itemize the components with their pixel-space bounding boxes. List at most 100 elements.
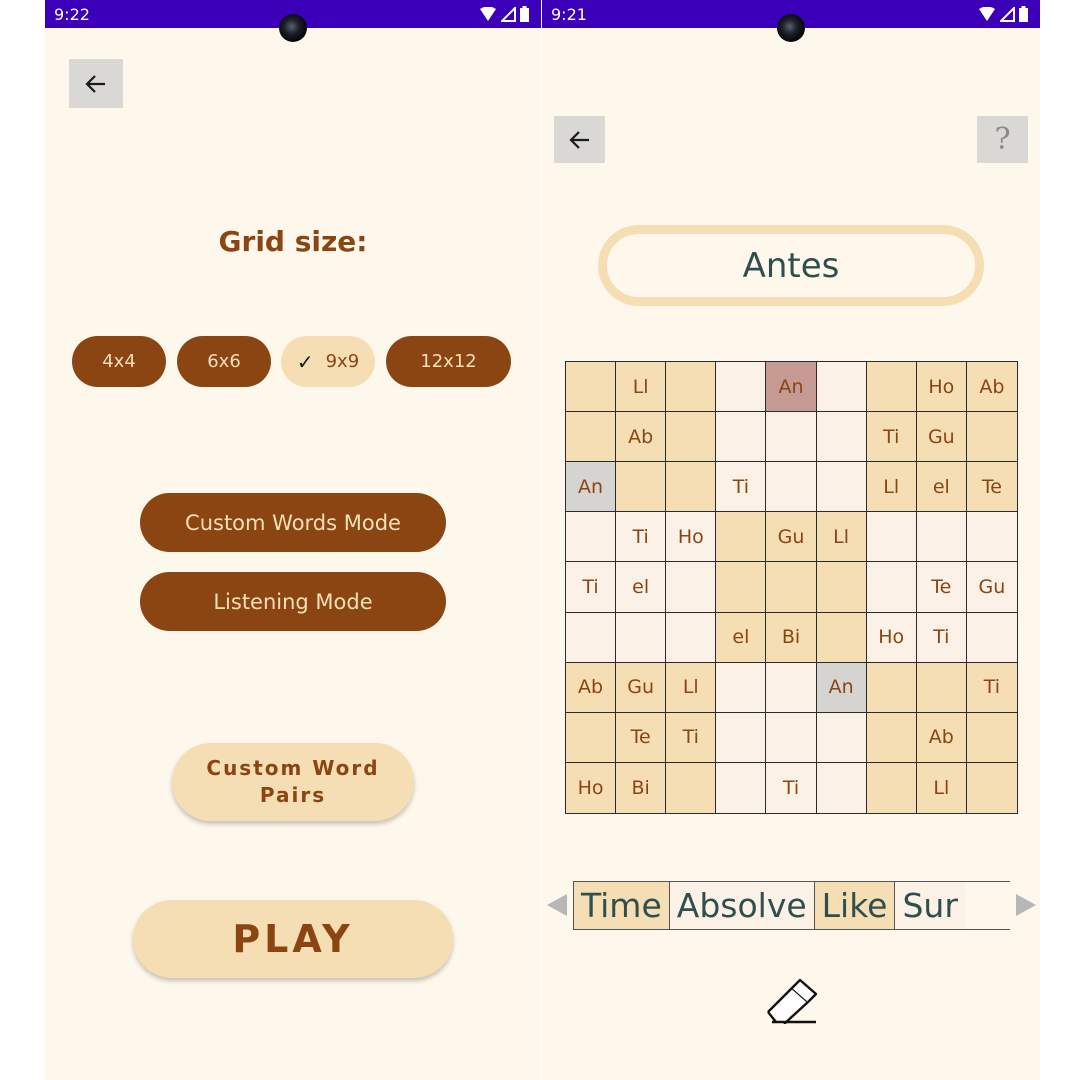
grid-cell[interactable]: el [616,562,667,613]
grid-cell[interactable]: Ti [616,512,667,563]
grid-cell[interactable] [716,562,767,613]
grid-cell[interactable] [966,512,1017,563]
grid-cell[interactable] [816,412,867,463]
grid-cell[interactable]: Ll [816,512,867,563]
triangle-left-icon[interactable] [547,894,567,916]
grid-cell[interactable]: Gu [616,662,667,713]
grid-cell[interactable]: Ti [766,762,817,813]
grid-cell[interactable]: Ti [716,462,767,513]
grid-cell[interactable] [866,362,917,413]
grid-cell[interactable] [866,762,917,813]
grid-cell[interactable]: An [816,662,867,713]
grid-cell[interactable]: Ti [916,612,967,663]
grid-cell[interactable] [866,712,917,763]
grid-cell[interactable] [666,762,717,813]
grid-cell[interactable]: Gu [916,412,967,463]
grid-cell[interactable] [666,612,717,663]
grid-cell[interactable] [666,462,717,513]
chip-9x9[interactable]: ✓ 9x9 [281,336,375,387]
grid-cell[interactable]: Gu [766,512,817,563]
grid-cell[interactable] [916,512,967,563]
grid-cell[interactable] [966,762,1017,813]
erase-button[interactable] [760,970,820,1025]
custom-word-pairs-button[interactable]: Custom Word Pairs [172,743,414,821]
grid-cell[interactable] [716,762,767,813]
back-button[interactable] [69,59,123,108]
grid-cell[interactable] [566,412,617,463]
grid-cell[interactable]: Ab [566,662,617,713]
grid-cell[interactable]: Ho [566,762,617,813]
chip-label: 12x12 [420,351,477,372]
grid-cell[interactable] [966,612,1017,663]
grid-cell[interactable]: Ho [666,512,717,563]
grid-cell[interactable] [916,662,967,713]
grid-cell[interactable] [766,712,817,763]
grid-cell[interactable]: el [916,462,967,513]
grid-cell[interactable]: Ab [966,362,1017,413]
grid-cell[interactable] [716,412,767,463]
grid-cell[interactable] [816,562,867,613]
grid-cell[interactable] [716,362,767,413]
grid-cell[interactable] [666,562,717,613]
help-button[interactable]: ? [977,116,1028,163]
word-tile-absolve[interactable]: Absolve [669,882,815,929]
grid-cell[interactable] [616,612,667,663]
grid-cell[interactable]: Ti [666,712,717,763]
grid-cell[interactable] [816,362,867,413]
grid-cell[interactable] [966,712,1017,763]
grid-cell[interactable]: el [716,612,767,663]
grid-cell[interactable]: An [566,462,617,513]
grid-cell[interactable]: Ab [616,412,667,463]
chip-6x6[interactable]: 6x6 [177,336,271,387]
listening-mode-button[interactable]: Listening Mode [140,572,446,631]
grid-cell[interactable]: Gu [966,562,1017,613]
grid-cell[interactable]: Te [966,462,1017,513]
custom-words-mode-button[interactable]: Custom Words Mode [140,493,446,552]
grid-cell[interactable] [866,562,917,613]
grid-cell[interactable] [566,712,617,763]
grid-cell[interactable] [566,512,617,563]
back-button[interactable] [554,116,605,163]
grid-cell[interactable]: Bi [766,612,817,663]
grid-cell[interactable]: Ti [866,412,917,463]
grid-cell[interactable] [716,512,767,563]
grid-cell[interactable]: Te [916,562,967,613]
grid-cell[interactable]: Ho [866,612,917,663]
grid-cell[interactable]: Ti [566,562,617,613]
grid-cell[interactable] [866,662,917,713]
grid-cell[interactable] [966,412,1017,463]
chip-12x12[interactable]: 12x12 [386,336,511,387]
grid-cell[interactable] [716,662,767,713]
word-tile-time[interactable]: Time [574,882,670,929]
grid-cell[interactable] [566,612,617,663]
grid-cell[interactable]: Ab [916,712,967,763]
grid-cell[interactable]: Ll [916,762,967,813]
grid-cell[interactable]: Ll [866,462,917,513]
grid-cell[interactable] [716,712,767,763]
grid-cell[interactable] [616,462,667,513]
grid-cell[interactable] [666,412,717,463]
play-button[interactable]: PLAY [133,900,453,978]
grid-cell[interactable] [766,662,817,713]
grid-cell[interactable]: Ll [666,662,717,713]
word-tile-sur[interactable]: Sur [895,882,965,929]
grid-cell[interactable] [666,362,717,413]
grid-cell[interactable] [766,412,817,463]
word-tile-like[interactable]: Like [814,882,896,929]
grid-cell[interactable]: Ho [916,362,967,413]
grid-cell[interactable]: An [766,362,817,413]
grid-cell[interactable] [866,512,917,563]
grid-cell[interactable]: Bi [616,762,667,813]
grid-cell[interactable]: Ti [966,662,1017,713]
grid-cell[interactable] [816,712,867,763]
grid-cell[interactable] [816,462,867,513]
grid-cell[interactable] [766,462,817,513]
grid-cell[interactable]: Ll [616,362,667,413]
grid-cell[interactable]: Te [616,712,667,763]
chip-4x4[interactable]: 4x4 [72,336,166,387]
triangle-right-icon[interactable] [1016,894,1036,916]
grid-cell[interactable] [566,362,617,413]
grid-cell[interactable] [816,762,867,813]
grid-cell[interactable] [766,562,817,613]
grid-cell[interactable] [816,612,867,663]
